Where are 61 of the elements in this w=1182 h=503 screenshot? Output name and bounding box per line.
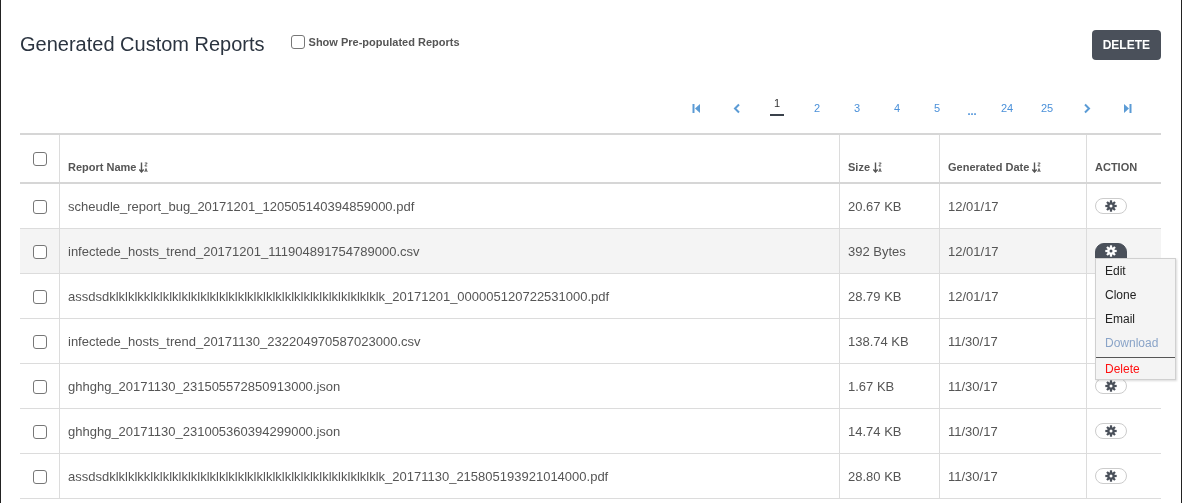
checkbox[interactable] (32, 379, 47, 394)
checkbox[interactable] (32, 424, 47, 439)
menu-item[interactable]: Clone (1096, 283, 1175, 307)
gear-icon (1105, 199, 1117, 212)
report-name-cell: infectede_hosts_trend_20171130_232204970587023000.csv (59, 318, 840, 364)
checkbox[interactable] (32, 334, 47, 349)
size-cell: 28.80 KB (839, 453, 940, 499)
page-link[interactable]: 24 (987, 96, 1027, 120)
checkbox[interactable] (32, 199, 47, 214)
first-page-icon (692, 102, 702, 114)
size-cell: 138.74 KB (839, 318, 940, 364)
size-cell: 14.74 KB (839, 408, 940, 454)
delete-button[interactable]: DELETE (1091, 30, 1161, 60)
page-ellipsis[interactable]: ... (957, 96, 987, 120)
checkbox-label: Show Pre-populated Reports (308, 36, 460, 48)
date-cell: 11/30/17 (939, 318, 1087, 364)
column-header[interactable]: Generated Date (948, 161, 1030, 173)
checkbox[interactable] (32, 244, 47, 259)
sort-icon (1032, 161, 1042, 173)
gear-icon (1105, 469, 1117, 482)
report-name-cell: assdsdklklklkklklklklklklklklklklklklklklklklklklklklklklklklklk_20171201_000005120722531000.pdf (59, 273, 840, 319)
page-link[interactable]: 2 (797, 96, 837, 120)
column-header: ACTION (1095, 161, 1138, 173)
size-cell: 20.67 KB (839, 183, 940, 229)
page-link[interactable]: 4 (877, 96, 917, 120)
page-link[interactable]: 25 (1027, 96, 1067, 120)
page-title: Generated Custom Reports (20, 32, 265, 56)
previous-page-icon (732, 102, 742, 114)
checkbox[interactable] (32, 289, 47, 304)
date-cell: 11/30/17 (939, 408, 1087, 454)
size-cell: 28.79 KB (839, 273, 940, 319)
last-page-icon (1122, 102, 1132, 114)
page-link[interactable]: 5 (917, 96, 957, 120)
date-cell: 11/30/17 (939, 363, 1087, 409)
report-name-cell: scheudle_report_bug_20171201_120505140394859000.pdf (59, 183, 840, 229)
date-cell: 12/01/17 (939, 273, 1087, 319)
menu-item[interactable]: Edit (1096, 259, 1175, 283)
checkbox[interactable] (32, 469, 47, 484)
column-header[interactable]: Report Name (68, 161, 137, 173)
sort-icon (873, 161, 882, 173)
menu-item[interactable]: Delete (1096, 360, 1175, 379)
gear-icon (1105, 424, 1117, 437)
checkbox[interactable] (290, 35, 305, 49)
size-cell: 392 Bytes (839, 228, 940, 274)
size-cell: 1.67 KB (839, 363, 940, 409)
sort-icon (139, 161, 149, 173)
report-name-cell: ghhghg_20171130_231005360394299000.json (59, 408, 840, 454)
report-name-cell: infectede_hosts_trend_20171201_111904891754789000.csv (59, 228, 840, 274)
next-page-icon (1082, 102, 1092, 114)
report-name-cell: assdsdklklklkklklklklklklklklklklklklklklklklklklklklklklklklklk_20171130_215805193921014000.pdf (59, 453, 840, 499)
menu-item[interactable]: Download (1096, 331, 1175, 355)
settings-button[interactable] (1095, 242, 1127, 259)
page-link[interactable]: 1 (757, 96, 797, 120)
date-cell: 12/01/17 (939, 183, 1087, 229)
report-name-cell: ghhghg_20171130_231505572850913000.json (59, 363, 840, 409)
date-cell: 11/30/17 (939, 453, 1087, 499)
column-header[interactable]: Size (848, 161, 870, 173)
checkbox[interactable] (32, 151, 47, 166)
menu-item[interactable]: Email (1096, 307, 1175, 331)
date-cell: 12/01/17 (939, 228, 1087, 274)
page-link[interactable]: 3 (837, 96, 877, 120)
